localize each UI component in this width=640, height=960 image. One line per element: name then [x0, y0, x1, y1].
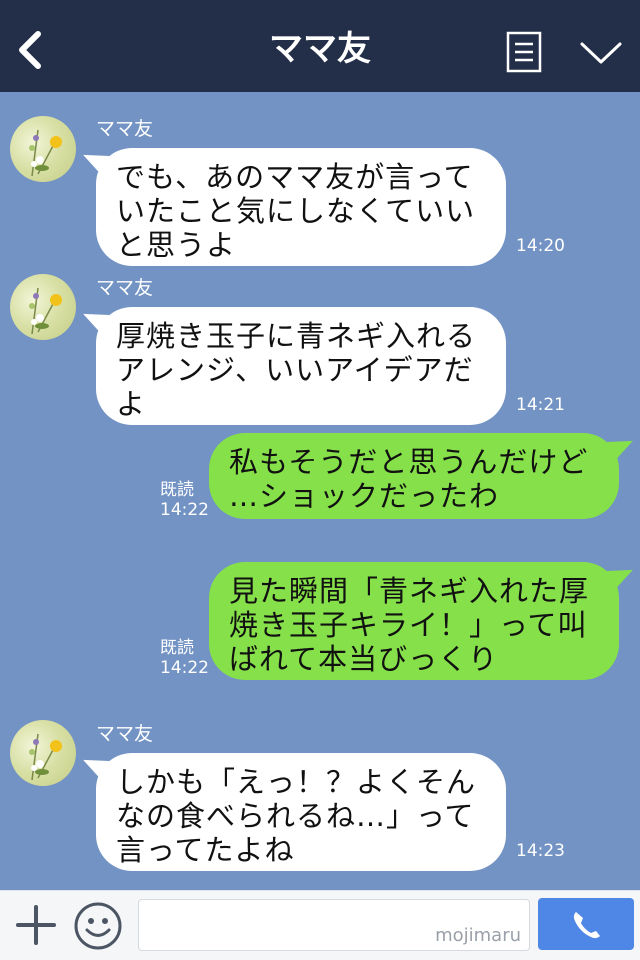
message-time: 14:20 [516, 236, 565, 256]
message-bubble[interactable]: 見た瞬間「青ネギ入れた厚 焼き玉子キライ！」って叫 ばれて本当びっくり [209, 562, 619, 680]
call-button[interactable] [538, 898, 634, 950]
message-line: いたこと気にしなくていい [116, 194, 476, 228]
message-bubble[interactable]: 私もそうだと思うんだけど …ショックだったわ [209, 433, 619, 519]
message-line: しかも「えっ！？よくそん [116, 765, 477, 799]
chat-header: ママ友 [0, 0, 640, 92]
watermark-text: mojimaru [435, 925, 521, 946]
menu-button[interactable] [506, 31, 542, 73]
chat-title: ママ友 [269, 29, 371, 69]
sender-name: ママ友 [96, 118, 154, 140]
phone-icon [573, 912, 600, 939]
flower-avatar-icon [29, 287, 62, 335]
message-line: でも、あのママ友が言って [116, 160, 474, 194]
menu-list-icon [506, 31, 542, 73]
message-bubble[interactable]: 厚焼き玉子に青ネギ入れる アレンジ、いいアイデアだ よ [96, 307, 506, 425]
message-line: と思うよ [116, 228, 237, 262]
smiley-icon [74, 902, 122, 950]
message-time: 14:23 [516, 841, 565, 861]
emoji-button[interactable] [73, 901, 123, 951]
message-line: なの食べられるね…」って [116, 799, 475, 833]
message-input[interactable]: mojimaru [138, 899, 530, 951]
avatar[interactable] [10, 274, 76, 340]
message-line: 言ってたよね [116, 833, 295, 867]
chevron-left-icon [19, 31, 41, 69]
avatar[interactable] [10, 720, 76, 786]
message-line: アレンジ、いいアイデアだ [116, 353, 474, 387]
message-line: 私もそうだと思うんだけど [229, 445, 589, 479]
message-line: 見た瞬間「青ネギ入れた厚 [229, 574, 590, 608]
back-button[interactable] [14, 28, 50, 72]
sender-name: ママ友 [96, 723, 154, 745]
read-receipt: 既読 [160, 480, 194, 500]
message-time: 14:21 [516, 395, 565, 415]
chevron-down-icon [580, 42, 622, 64]
read-receipt: 既読 [160, 638, 194, 658]
sender-name: ママ友 [96, 277, 154, 299]
message-bubble[interactable]: しかも「えっ！？よくそん なの食べられるね…」って 言ってたよね [96, 753, 506, 871]
input-bar: mojimaru [0, 890, 640, 960]
message-line: …ショックだったわ [229, 479, 500, 513]
message-time: 14:22 [160, 658, 209, 678]
avatar[interactable] [10, 116, 76, 182]
flower-avatar-icon [29, 733, 62, 781]
message-line: ばれて本当びっくり [229, 642, 499, 676]
expand-button[interactable] [578, 36, 624, 70]
plus-icon [16, 905, 56, 945]
message-line: 焼き玉子キライ！」って叫 [229, 608, 588, 642]
message-time: 14:22 [160, 500, 209, 520]
message-bubble[interactable]: でも、あのママ友が言って いたこと気にしなくていい と思うよ [96, 148, 506, 266]
flower-avatar-icon [29, 129, 62, 177]
message-line: 厚焼き玉子に青ネギ入れる [116, 319, 477, 353]
add-button[interactable] [14, 903, 58, 947]
message-line: よ [116, 387, 147, 421]
